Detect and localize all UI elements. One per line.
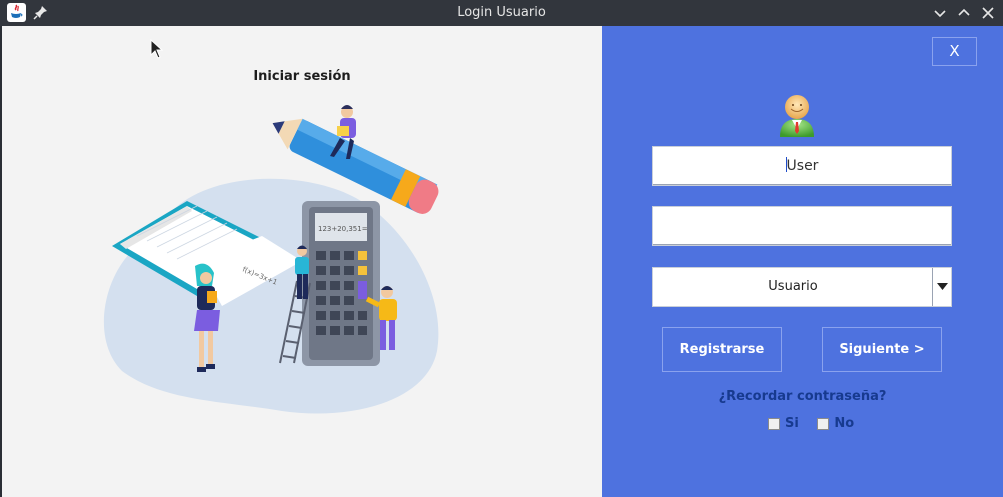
close-icon[interactable]	[978, 3, 998, 23]
username-field[interactable]: User	[652, 146, 952, 186]
svg-text:123+20,351=: 123+20,351=	[318, 225, 368, 233]
register-button[interactable]: Registrarse	[662, 327, 782, 372]
role-select-value: Usuario	[768, 279, 818, 294]
dropdown-arrow-icon[interactable]	[932, 268, 951, 306]
checkbox-si[interactable]: Si	[768, 416, 799, 431]
window-title: Login Usuario	[457, 5, 546, 20]
chevron-up-icon[interactable]	[954, 3, 974, 23]
mouse-cursor-icon	[150, 38, 164, 63]
password-field[interactable]	[652, 206, 952, 246]
checkbox-no-label: No	[834, 416, 855, 431]
left-panel: Iniciar sesión f(x)=3x+1 123+20,351=	[2, 26, 602, 497]
page-title: Iniciar sesión	[253, 69, 351, 84]
next-button[interactable]: Siguiente >	[822, 327, 942, 372]
chevron-down-icon[interactable]	[930, 3, 950, 23]
checkbox-si-label: Si	[785, 416, 799, 431]
role-select[interactable]: Usuario	[652, 267, 952, 307]
close-button[interactable]: X	[932, 37, 977, 66]
user-avatar-icon	[780, 95, 814, 137]
remember-options: Si No	[768, 416, 868, 434]
study-illustration: f(x)=3x+1 123+20,351=	[103, 105, 439, 414]
checkbox-icon[interactable]	[817, 417, 830, 430]
checkbox-no[interactable]: No	[817, 416, 854, 431]
remember-password-label: ¿Recordar contraseña?	[718, 389, 887, 404]
checkbox-icon[interactable]	[768, 417, 780, 430]
title-bar: Login Usuario	[0, 0, 1003, 26]
login-panel: X User Usuario Registrarse Siguiente > ¿…	[602, 26, 1003, 497]
